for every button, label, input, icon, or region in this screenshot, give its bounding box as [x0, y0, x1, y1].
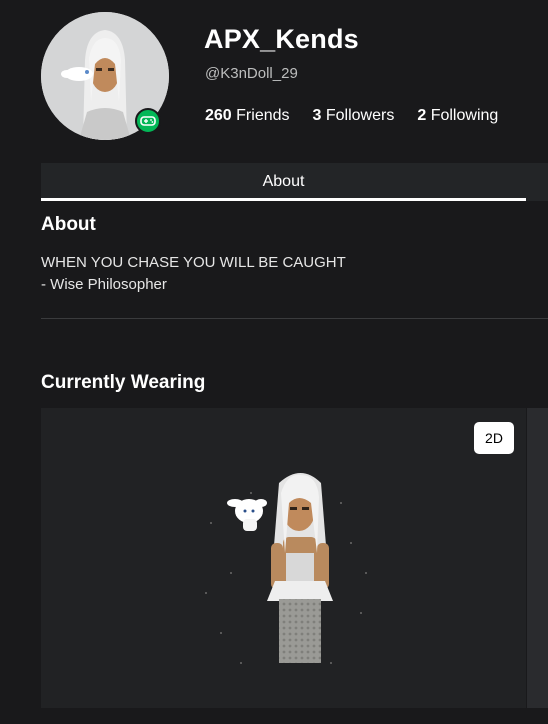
- about-description: WHEN YOU CHASE YOU WILL BE CAUGHT - Wise…: [41, 252, 346, 296]
- avatar-3d-render: [205, 473, 367, 664]
- followers-label: Followers: [325, 107, 395, 124]
- currently-wearing-heading: Currently Wearing: [41, 372, 206, 393]
- following-stat[interactable]: 2 Following: [417, 107, 498, 125]
- section-divider: [41, 318, 548, 319]
- friends-stat[interactable]: 260 Friends: [205, 107, 290, 125]
- followers-count: 3: [312, 107, 322, 124]
- username-handle: @K3nDoll_29: [205, 65, 298, 82]
- followers-stat[interactable]: 3 Followers: [313, 107, 395, 125]
- following-label: Following: [430, 107, 499, 124]
- profile-tabs: About: [41, 163, 548, 201]
- following-count: 2: [417, 107, 427, 124]
- gamepad-icon[interactable]: [135, 108, 161, 134]
- friends-count: 260: [205, 107, 232, 124]
- scroll-strip: [527, 408, 548, 708]
- profile-stats: 260 Friends 3 Followers 2 Following: [205, 107, 521, 125]
- tab-about[interactable]: About: [41, 163, 526, 201]
- avatar-viewer[interactable]: 2D: [41, 408, 526, 708]
- friends-label: Friends: [236, 107, 290, 124]
- 2d-toggle-button[interactable]: 2D: [474, 422, 514, 454]
- display-name: APX_Kends: [204, 24, 359, 54]
- about-line: WHEN YOU CHASE YOU WILL BE CAUGHT: [41, 254, 346, 271]
- active-tab-indicator: [41, 198, 526, 201]
- about-line: - Wise Philosopher: [41, 276, 167, 293]
- about-heading: About: [41, 214, 96, 235]
